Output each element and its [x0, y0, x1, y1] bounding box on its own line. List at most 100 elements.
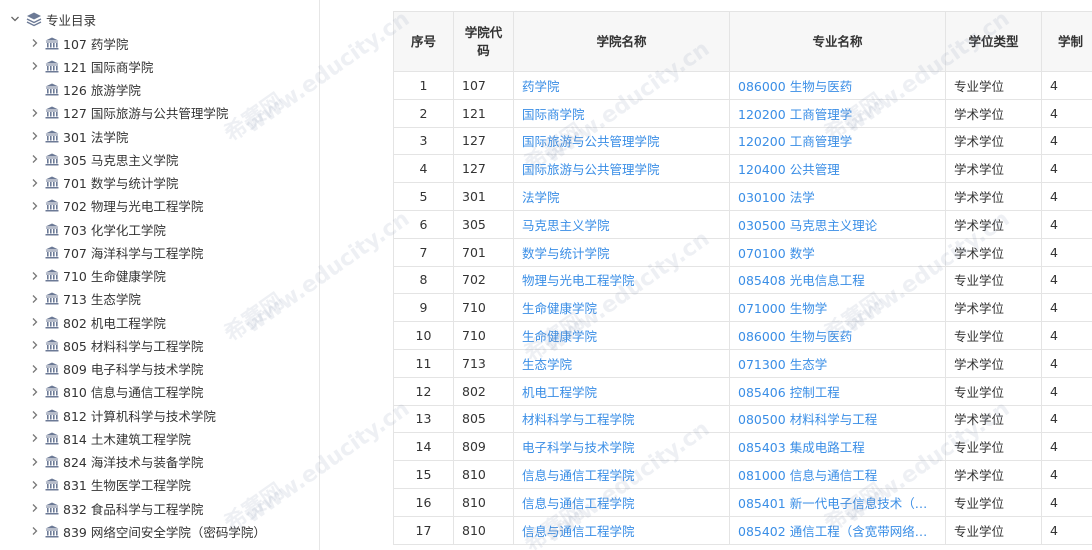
chevron-right-icon[interactable]: [29, 502, 41, 514]
chevron-right-icon[interactable]: [29, 316, 41, 328]
building-icon: [45, 199, 59, 212]
cell-college-name[interactable]: 药学院: [513, 71, 730, 100]
chevron-right-icon[interactable]: [29, 456, 41, 468]
tree-item-label: 812 计算机科学与技术学院: [63, 408, 216, 424]
table-row: 11 713 生态学院 071300 生态学 学术学位 4: [393, 348, 1092, 378]
cell-duration: 4: [1041, 126, 1092, 156]
cell-major-name[interactable]: 071300 生态学: [729, 348, 946, 378]
cell-major-name[interactable]: 120400 公共管理: [729, 154, 946, 184]
cell-college-name[interactable]: 电子科学与技术学院: [513, 432, 730, 462]
cell-major-name[interactable]: 085408 光电信息工程: [729, 265, 946, 295]
cell-major-name[interactable]: 120200 工商管理学: [729, 98, 946, 128]
chevron-right-icon[interactable]: [29, 339, 41, 351]
chevron-right-icon[interactable]: [29, 525, 41, 537]
tree-item[interactable]: 127 国际旅游与公共管理学院: [0, 102, 228, 124]
cell-college-name[interactable]: 数学与统计学院: [513, 237, 730, 267]
chevron-right-icon[interactable]: [29, 386, 41, 398]
chevron-right-icon[interactable]: [29, 409, 41, 421]
cell-college-name[interactable]: 国际旅游与公共管理学院: [513, 126, 730, 156]
tree-item[interactable]: 814 土木建筑工程学院: [0, 427, 191, 449]
cell-college-name[interactable]: 国际旅游与公共管理学院: [513, 154, 730, 184]
cell-major-name[interactable]: 030100 法学: [729, 182, 946, 211]
cell-major-name[interactable]: 030500 马克思主义理论: [729, 209, 946, 239]
cell-degree-type: 学术学位: [945, 293, 1042, 323]
tree-item[interactable]: 305 马克思主义学院: [0, 148, 178, 170]
tree-item-label: 802 机电工程学院: [63, 315, 166, 331]
tree-item[interactable]: 805 材料科学与工程学院: [0, 334, 203, 356]
tree-item[interactable]: 824 海洋技术与装备学院: [0, 451, 203, 473]
cell-major-name[interactable]: 085406 控制工程: [729, 376, 946, 406]
col-header-duration[interactable]: 学制: [1041, 11, 1092, 72]
chevron-right-icon[interactable]: [29, 293, 41, 305]
cell-major-name[interactable]: 086000 生物与医药: [729, 71, 946, 100]
table-row: 4 127 国际旅游与公共管理学院 120400 公共管理 学术学位 4: [393, 154, 1092, 184]
chevron-right-icon[interactable]: [29, 270, 41, 282]
chevron-right-icon[interactable]: [29, 60, 41, 72]
chevron-right-icon[interactable]: [29, 37, 41, 49]
cell-duration: 4: [1041, 98, 1092, 128]
cell-college-code: 305: [453, 209, 514, 239]
cell-major-name[interactable]: 086000 生物与医药: [729, 321, 946, 350]
cell-college-name[interactable]: 马克思主义学院: [513, 209, 730, 239]
col-header-college-name[interactable]: 学院名称: [513, 11, 730, 72]
cell-major-name[interactable]: 070100 数学: [729, 237, 946, 267]
col-header-index[interactable]: 序号: [393, 11, 454, 72]
cell-college-name[interactable]: 生态学院: [513, 348, 730, 378]
cell-college-name[interactable]: 生命健康学院: [513, 293, 730, 323]
building-icon: [45, 37, 59, 49]
tree-item[interactable]: 831 生物医学工程学院: [0, 474, 191, 496]
chevron-right-icon[interactable]: [29, 153, 41, 165]
building-icon: [45, 455, 59, 468]
tree-root-node[interactable]: 专业目录: [0, 8, 96, 30]
cell-major-name[interactable]: 085401 新一代电子信息技术（含…: [729, 487, 946, 517]
col-header-college-code[interactable]: 学院代码: [453, 11, 514, 72]
chevron-right-icon[interactable]: [29, 363, 41, 375]
tree-item[interactable]: 702 物理与光电工程学院: [0, 195, 203, 217]
tree-item[interactable]: 832 食品科学与工程学院: [0, 497, 203, 519]
tree-item[interactable]: 839 网络空间安全学院（密码学院）: [0, 520, 266, 542]
chevron-down-icon[interactable]: [8, 12, 22, 26]
cell-college-name[interactable]: 信息与通信工程学院: [513, 460, 730, 489]
tree-item[interactable]: 802 机电工程学院: [0, 311, 166, 333]
chevron-right-icon[interactable]: [29, 107, 41, 119]
chevron-right-icon[interactable]: [29, 130, 41, 142]
cell-major-name[interactable]: 120200 工商管理学: [729, 126, 946, 156]
tree-item[interactable]: 703 化学化工学院: [0, 218, 166, 240]
table-row: 7 701 数学与统计学院 070100 数学 学术学位 4: [393, 237, 1092, 267]
tree-item[interactable]: 809 电子科学与技术学院: [0, 358, 203, 380]
cell-college-name[interactable]: 信息与通信工程学院: [513, 487, 730, 517]
tree-item-label: 121 国际商学院: [63, 59, 154, 75]
cell-college-name[interactable]: 机电工程学院: [513, 376, 730, 406]
tree-item[interactable]: 701 数学与统计学院: [0, 172, 178, 194]
cell-college-name[interactable]: 材料科学与工程学院: [513, 404, 730, 434]
tree-item[interactable]: 713 生态学院: [0, 288, 141, 310]
building-icon: [45, 223, 59, 235]
cell-index: 17: [393, 515, 454, 545]
chevron-right-icon[interactable]: [29, 479, 41, 491]
tree-item[interactable]: 710 生命健康学院: [0, 265, 166, 287]
chevron-right-icon[interactable]: [29, 177, 41, 189]
cell-major-name[interactable]: 081000 信息与通信工程: [729, 460, 946, 489]
tree-item[interactable]: 707 海洋科学与工程学院: [0, 241, 203, 263]
cell-major-name[interactable]: 085402 通信工程（含宽带网络、…: [729, 515, 946, 545]
tree-item[interactable]: 121 国际商学院: [0, 55, 153, 77]
cell-college-name[interactable]: 国际商学院: [513, 98, 730, 128]
col-header-major-name[interactable]: 专业名称: [729, 11, 946, 72]
cell-index: 6: [393, 209, 454, 239]
cell-college-name[interactable]: 生命健康学院: [513, 321, 730, 350]
tree-item[interactable]: 107 药学院: [0, 32, 128, 54]
chevron-right-icon[interactable]: [29, 432, 41, 444]
col-header-degree-type[interactable]: 学位类型: [945, 11, 1042, 72]
chevron-right-icon[interactable]: [29, 200, 41, 212]
cell-major-name[interactable]: 085403 集成电路工程: [729, 432, 946, 462]
tree-item[interactable]: 810 信息与通信工程学院: [0, 381, 203, 403]
tree-item[interactable]: 126 旅游学院: [0, 79, 141, 101]
table-row: 5 301 法学院 030100 法学 学术学位 4: [393, 182, 1092, 211]
tree-item[interactable]: 812 计算机科学与技术学院: [0, 404, 216, 426]
cell-college-name[interactable]: 物理与光电工程学院: [513, 265, 730, 295]
tree-item[interactable]: 301 法学院: [0, 125, 128, 147]
cell-college-name[interactable]: 信息与通信工程学院: [513, 515, 730, 545]
cell-major-name[interactable]: 071000 生物学: [729, 293, 946, 323]
cell-college-name[interactable]: 法学院: [513, 182, 730, 211]
cell-major-name[interactable]: 080500 材料科学与工程: [729, 404, 946, 434]
